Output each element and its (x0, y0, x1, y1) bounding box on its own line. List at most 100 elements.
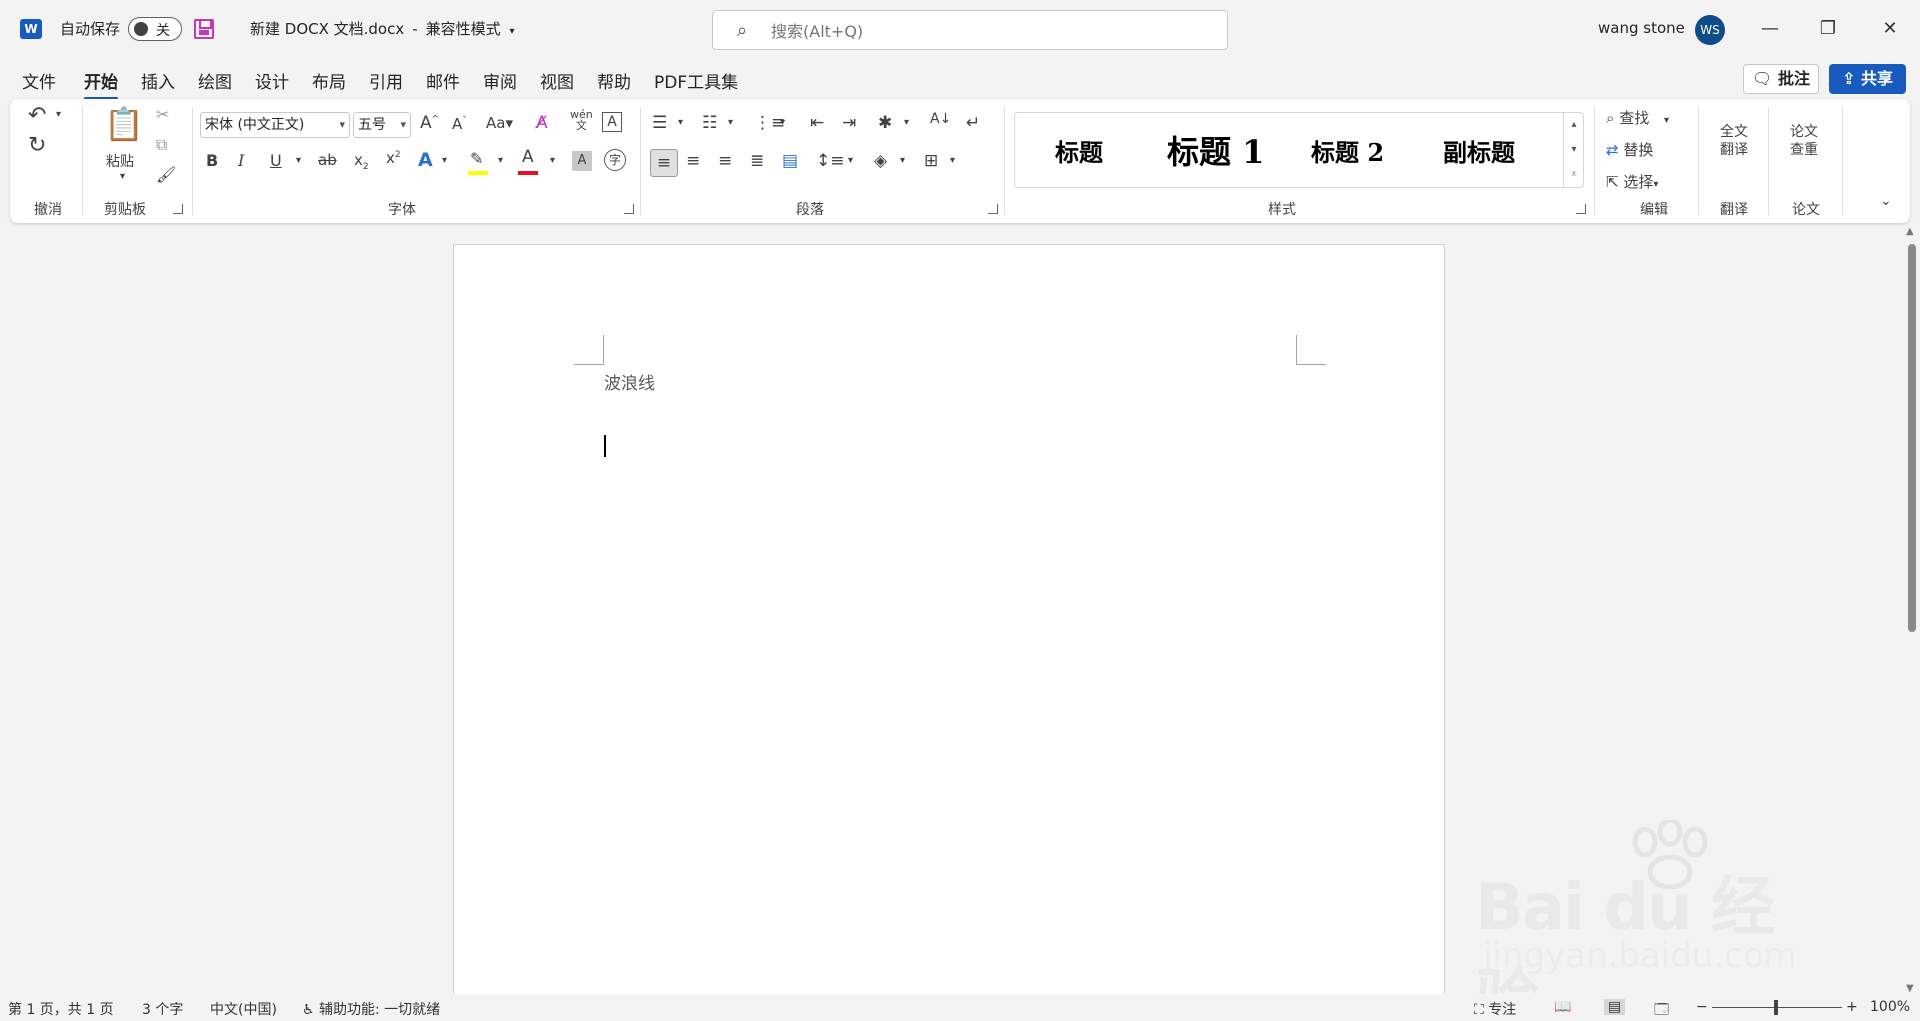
tab-file[interactable]: 文件 (22, 68, 56, 93)
align-left-icon[interactable]: ≡ (650, 149, 678, 177)
zoom-out-icon[interactable]: − (1696, 999, 1708, 1015)
tab-references[interactable]: 引用 (369, 68, 403, 93)
find-button[interactable]: ⌕ 查找 ▾ (1606, 107, 1669, 128)
style-title[interactable]: 标题 (1055, 133, 1103, 168)
enclose-characters-icon[interactable]: 字 (604, 149, 626, 171)
distributed-icon[interactable]: ▤ (782, 151, 798, 171)
highlight-dropdown-icon[interactable]: ▾ (498, 155, 503, 166)
text-effects-icon[interactable]: A (418, 149, 433, 171)
character-shading-icon[interactable]: A (572, 151, 592, 171)
numbering-icon[interactable]: ☷ (702, 113, 717, 133)
superscript-icon[interactable]: x2 (386, 149, 401, 167)
web-layout-icon[interactable]: 🗔 (1654, 999, 1669, 1021)
language-status[interactable]: 中文(中国) (210, 999, 277, 1019)
bullets-icon[interactable]: ☰ (652, 113, 667, 133)
paper-check-button[interactable]: 论文 查重 (1790, 123, 1818, 159)
format-painter-icon[interactable]: 🖌 (156, 165, 176, 184)
character-border-icon[interactable]: A (602, 112, 622, 132)
page-count[interactable]: 第 1 页，共 1 页 (8, 999, 114, 1019)
borders-icon[interactable]: ⊞ (924, 151, 938, 171)
close-icon[interactable]: ✕ (1870, 12, 1910, 46)
scroll-thumb[interactable] (1908, 244, 1916, 632)
search-box[interactable]: ⌕ (712, 10, 1228, 50)
comment-button[interactable]: 🗨 批注 (1743, 64, 1819, 94)
phonetic-guide-icon[interactable]: wén 文 (570, 109, 593, 131)
font-color-dropdown-icon[interactable]: ▾ (550, 155, 555, 166)
user-name[interactable]: wang stone (1598, 19, 1685, 37)
vertical-scrollbar[interactable]: ▲ ▼ (1904, 226, 1920, 994)
focus-mode-button[interactable]: ⛶ 专注 (1474, 999, 1516, 1019)
style-heading-1[interactable]: 标题 1 (1167, 127, 1264, 173)
tab-view[interactable]: 视图 (540, 68, 574, 93)
clipboard-launcher-icon[interactable] (173, 204, 183, 214)
print-layout-icon[interactable]: ▤ (1604, 999, 1626, 1015)
tab-draw[interactable]: 绘图 (198, 68, 232, 93)
line-spacing-icon[interactable]: ↕≡ (816, 151, 845, 171)
more-styles-icon[interactable]: ⩡ (1564, 162, 1584, 187)
grow-font-icon[interactable]: A^ (420, 113, 439, 133)
copy-icon[interactable]: ⧉ (156, 135, 167, 155)
bold-icon[interactable]: B (206, 151, 218, 170)
tab-mailings[interactable]: 邮件 (426, 68, 460, 93)
select-button[interactable]: ⇱ 选择▾ (1606, 171, 1658, 192)
align-right-icon[interactable]: ≡ (718, 151, 732, 171)
styles-launcher-icon[interactable] (1576, 204, 1586, 214)
chinese-layout-dropdown-icon[interactable]: ▾ (904, 117, 909, 128)
font-size-select[interactable]: 五号 ▾ (353, 112, 411, 138)
bullets-dropdown-icon[interactable]: ▾ (678, 117, 683, 128)
font-color-icon[interactable]: A (522, 147, 534, 167)
tab-help[interactable]: 帮助 (597, 68, 631, 93)
chinese-layout-icon[interactable]: ✱ (878, 113, 892, 133)
align-center-icon[interactable]: ≡ (686, 151, 700, 171)
search-input[interactable] (771, 19, 1191, 43)
document-page[interactable]: 波浪线 (453, 244, 1445, 994)
line-spacing-dropdown-icon[interactable]: ▾ (848, 155, 853, 166)
show-marks-icon[interactable]: ↵ (966, 113, 980, 133)
collapse-ribbon-icon[interactable]: ⌄ (1880, 193, 1892, 209)
underline-dropdown-icon[interactable]: ▾ (296, 155, 301, 166)
style-subtitle[interactable]: 副标题 (1443, 133, 1515, 168)
autosave-toggle[interactable]: 关 (128, 17, 182, 41)
shading-icon[interactable]: ◈ (874, 151, 887, 171)
tab-insert[interactable]: 插入 (141, 68, 175, 93)
shading-dropdown-icon[interactable]: ▾ (900, 155, 905, 166)
font-name-select[interactable]: 宋体 (中文正文) ▾ (200, 112, 350, 138)
save-icon[interactable] (194, 19, 214, 39)
numbering-dropdown-icon[interactable]: ▾ (728, 117, 733, 128)
underline-icon[interactable]: U (270, 151, 282, 170)
tab-review[interactable]: 审阅 (483, 68, 517, 93)
paste-label[interactable]: 粘贴 (106, 151, 134, 171)
document-title[interactable]: 新建 DOCX 文档.docx - 兼容性模式 ▾ (250, 18, 514, 39)
chevron-up-icon[interactable]: ▴ (1564, 112, 1584, 137)
document-text[interactable]: 波浪线 (604, 369, 655, 394)
decrease-indent-icon[interactable]: ⇤ (810, 113, 824, 133)
tab-pdf-tools[interactable]: PDF工具集 (654, 68, 738, 93)
subscript-icon[interactable]: x2 (354, 151, 369, 172)
undo-dropdown-icon[interactable]: ▾ (56, 109, 61, 120)
italic-icon[interactable]: I (238, 151, 244, 170)
paragraph-launcher-icon[interactable] (988, 204, 998, 214)
minimize-icon[interactable]: — (1750, 12, 1790, 46)
tab-design[interactable]: 设计 (255, 68, 289, 93)
cut-icon[interactable]: ✂ (156, 105, 169, 124)
style-heading-2[interactable]: 标题 2 (1311, 133, 1384, 168)
restore-icon[interactable]: ❐ (1808, 12, 1848, 46)
replace-button[interactable]: ⇄ 替换 (1606, 139, 1653, 160)
multilevel-dropdown-icon[interactable]: ▾ (780, 117, 785, 128)
borders-dropdown-icon[interactable]: ▾ (950, 155, 955, 166)
tab-home[interactable]: 开始 (84, 68, 118, 100)
scroll-up-icon[interactable]: ▲ (1906, 226, 1914, 237)
paste-icon[interactable]: 📋 (104, 105, 144, 143)
share-button[interactable]: ⇪ 共享 (1829, 64, 1906, 94)
increase-indent-icon[interactable]: ⇥ (842, 113, 856, 133)
paste-dropdown-icon[interactable]: ▾ (120, 171, 125, 182)
redo-icon[interactable]: ↻ (28, 133, 46, 158)
font-launcher-icon[interactable] (624, 204, 634, 214)
avatar[interactable]: WS (1695, 15, 1725, 45)
shrink-font-icon[interactable]: Aˇ (452, 115, 467, 133)
tab-layout[interactable]: 布局 (312, 68, 346, 93)
read-mode-icon[interactable]: 📖 (1554, 999, 1571, 1015)
zoom-slider-thumb[interactable] (1774, 1000, 1778, 1015)
sort-icon[interactable]: A↓ (930, 111, 951, 127)
chevron-down-icon[interactable]: ▾ (1564, 137, 1584, 162)
